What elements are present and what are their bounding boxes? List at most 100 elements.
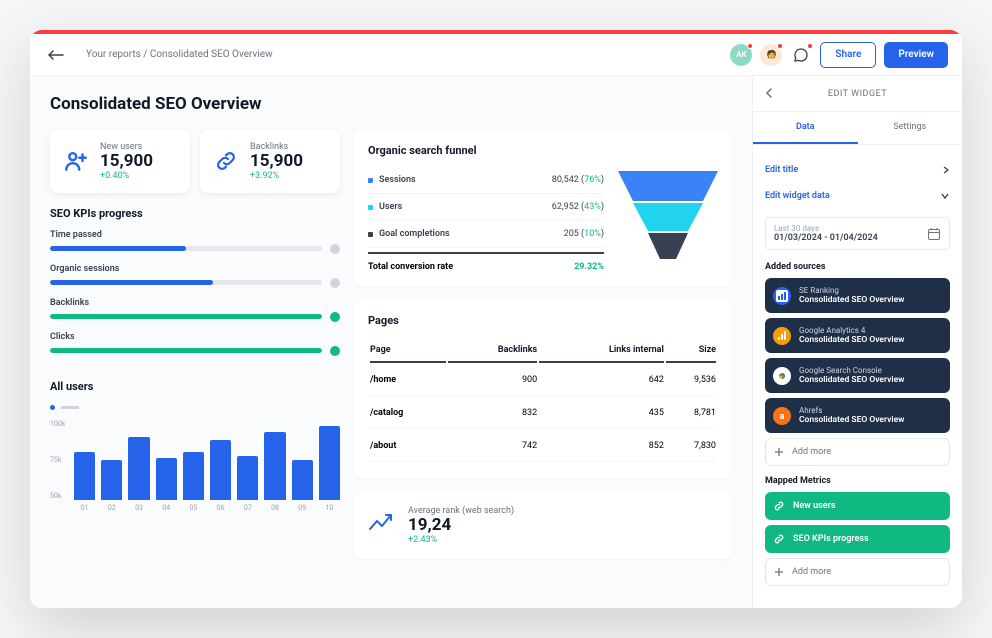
y-tick: 100k bbox=[50, 420, 65, 428]
source-item[interactable]: Google Search ConsoleConsolidated SEO Ov… bbox=[765, 358, 950, 393]
kpi-row: Backlinks bbox=[50, 298, 340, 322]
cell-links: 852 bbox=[539, 431, 664, 462]
notification-dot-icon bbox=[807, 43, 813, 49]
cell-links: 642 bbox=[539, 365, 664, 396]
bar-chart: 100k75k50k 01020304050607080910 bbox=[50, 420, 340, 520]
source-item[interactable]: Google Analytics 4Consolidated SEO Overv… bbox=[765, 318, 950, 353]
progress-bar bbox=[50, 314, 322, 319]
table-header: Page bbox=[370, 339, 446, 363]
share-button[interactable]: Share bbox=[820, 42, 876, 68]
source-item[interactable]: a AhrefsConsolidated SEO Overview bbox=[765, 398, 950, 433]
chevron-left-icon bbox=[765, 87, 773, 99]
table-header: Links internal bbox=[539, 339, 664, 363]
kpi-label: Backlinks bbox=[50, 298, 340, 308]
funnel-shape-icon bbox=[618, 167, 718, 272]
x-tick: 02 bbox=[101, 504, 122, 512]
edit-widget-data-label: Edit widget data bbox=[765, 191, 830, 201]
x-tick: 06 bbox=[210, 504, 231, 512]
notification-dot-icon bbox=[747, 43, 753, 49]
y-tick: 50k bbox=[50, 492, 65, 500]
table-header: Backlinks bbox=[448, 339, 537, 363]
main-content: Consolidated SEO Overview New users 15,9… bbox=[30, 76, 752, 608]
x-tick: 08 bbox=[264, 504, 285, 512]
series-dot-icon bbox=[368, 178, 373, 183]
source-name: Ahrefs bbox=[799, 406, 942, 415]
cell-page: /about bbox=[370, 431, 446, 462]
chart-bar bbox=[74, 452, 95, 500]
mapped-metric-item[interactable]: New users bbox=[765, 492, 950, 520]
source-icon: a bbox=[773, 407, 791, 425]
sidebar-panel: EDIT WIDGET Data Settings Edit title Edi… bbox=[752, 76, 962, 608]
rank-value: 19,24 bbox=[408, 516, 514, 535]
add-source-button[interactable]: Add more bbox=[765, 438, 950, 466]
progress-bar bbox=[50, 246, 322, 251]
kpi-label: Time passed bbox=[50, 230, 340, 240]
sidebar-back-button[interactable] bbox=[765, 84, 773, 103]
chevron-right-icon bbox=[942, 165, 950, 175]
x-tick: 03 bbox=[128, 504, 149, 512]
source-sub: Consolidated SEO Overview bbox=[799, 375, 942, 385]
mapped-metrics-heading: Mapped Metrics bbox=[765, 476, 950, 486]
cell-links: 435 bbox=[539, 398, 664, 429]
cell-size: 7,830 bbox=[666, 431, 716, 462]
sidebar-title: EDIT WIDGET bbox=[765, 89, 950, 99]
tab-data[interactable]: Data bbox=[753, 112, 858, 144]
funnel-label-text: Users bbox=[379, 202, 402, 212]
avatar-user[interactable]: AK bbox=[730, 44, 752, 66]
chart-bar bbox=[237, 456, 258, 500]
funnel-card: Organic search funnel Sessions 80,542 (7… bbox=[354, 130, 732, 286]
series-dot-icon bbox=[368, 232, 373, 237]
kpi-row: Organic sessions bbox=[50, 264, 340, 288]
add-metric-button[interactable]: Add more bbox=[765, 558, 950, 586]
metric-card-new-users[interactable]: New users 15,900 +0.40% bbox=[50, 130, 190, 193]
cell-backlinks: 742 bbox=[448, 431, 537, 462]
metric-label: SEO KPIs progress bbox=[793, 534, 869, 544]
progress-bar bbox=[50, 280, 322, 285]
chevron-down-icon bbox=[940, 192, 950, 200]
chart-bar bbox=[156, 458, 177, 500]
chat-button[interactable] bbox=[790, 44, 812, 66]
table-row[interactable]: /catalog8324358,781 bbox=[370, 398, 716, 429]
funnel-title: Organic search funnel bbox=[368, 144, 718, 157]
funnel-label-text: Goal completions bbox=[379, 229, 450, 239]
funnel-row: Sessions 80,542 (76%) bbox=[368, 167, 604, 194]
x-tick: 05 bbox=[183, 504, 204, 512]
metric-card-backlinks[interactable]: Backlinks 15,900 +3.92% bbox=[200, 130, 340, 193]
pages-card: Pages PageBacklinksLinks internalSize /h… bbox=[354, 300, 732, 478]
edit-title-row[interactable]: Edit title bbox=[765, 157, 950, 183]
x-tick: 04 bbox=[156, 504, 177, 512]
legend-line-icon bbox=[61, 406, 79, 409]
funnel-value: 62,952 (43%) bbox=[552, 202, 604, 212]
breadcrumb[interactable]: Your reports / Consolidated SEO Overview bbox=[86, 49, 273, 60]
total-label: Total conversion rate bbox=[368, 262, 453, 272]
progress-bar bbox=[50, 348, 322, 353]
table-row[interactable]: /home9006429,536 bbox=[370, 365, 716, 396]
back-button[interactable] bbox=[44, 43, 68, 67]
cell-page: /home bbox=[370, 365, 446, 396]
edit-widget-data-row[interactable]: Edit widget data bbox=[765, 183, 950, 209]
cell-backlinks: 900 bbox=[448, 365, 537, 396]
chart-bar bbox=[101, 460, 122, 500]
source-item[interactable]: SE RankingConsolidated SEO Overview bbox=[765, 278, 950, 313]
chart-bar bbox=[183, 452, 204, 500]
all-users-card: All users 100k75k50k 0102030405060708091… bbox=[50, 380, 340, 520]
status-dot-icon bbox=[330, 312, 340, 322]
user-plus-icon bbox=[62, 147, 90, 175]
y-tick: 75k bbox=[50, 456, 65, 464]
tab-settings[interactable]: Settings bbox=[858, 112, 963, 144]
chart-bar bbox=[292, 460, 313, 500]
trend-up-icon bbox=[368, 513, 396, 537]
mapped-metric-item[interactable]: SEO KPIs progress bbox=[765, 525, 950, 553]
avatar-initials: AK bbox=[736, 50, 746, 59]
table-row[interactable]: /about7428527,830 bbox=[370, 431, 716, 462]
link-icon bbox=[212, 147, 240, 175]
date-range-picker[interactable]: Last 30 days 01/03/2024 - 01/04/2024 bbox=[765, 217, 950, 250]
avatar-secondary[interactable]: 🧑 bbox=[760, 44, 782, 66]
cell-backlinks: 832 bbox=[448, 398, 537, 429]
funnel-row: Users 62,952 (43%) bbox=[368, 194, 604, 221]
metric-delta: +3.92% bbox=[250, 171, 303, 181]
svg-text:a: a bbox=[780, 412, 785, 422]
kpi-label: Organic sessions bbox=[50, 264, 340, 274]
preview-button[interactable]: Preview bbox=[884, 42, 948, 68]
x-tick: 07 bbox=[237, 504, 258, 512]
